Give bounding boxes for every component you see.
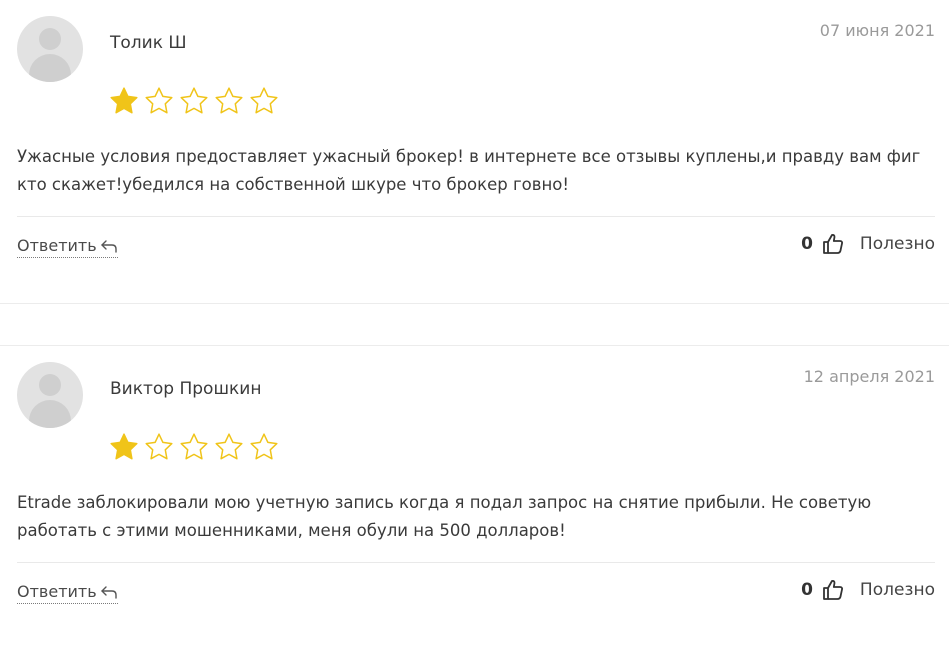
- star-empty-icon: [180, 433, 208, 460]
- review-author: Виктор Прошкин: [110, 379, 262, 399]
- star-empty-icon: [180, 87, 208, 114]
- useful-button[interactable]: Полезно: [860, 580, 935, 600]
- avatar: [17, 362, 83, 428]
- star-empty-icon: [250, 433, 278, 460]
- useful-count: 0: [801, 580, 813, 600]
- rating-stars: [109, 432, 279, 466]
- avatar-body-shape: [29, 54, 71, 82]
- reply-link[interactable]: Ответить: [17, 582, 118, 604]
- review-text: Ужасные условия предоставляет ужасный бр…: [17, 147, 921, 194]
- review-separator: [0, 303, 949, 304]
- star-filled-icon: [110, 87, 138, 114]
- star-empty-icon: [250, 87, 278, 114]
- review-card: Виктор Прошкин 12 апреля 2021 Etrade заб…: [0, 346, 949, 649]
- review-text: Etrade заблокировали мою учетную запись …: [17, 493, 872, 540]
- reply-arrow-icon: [100, 239, 117, 253]
- review-author: Толик Ш: [110, 33, 187, 53]
- review-divider: [17, 562, 935, 563]
- review-date: 07 июня 2021: [819, 21, 935, 40]
- useful-block: 0 Полезно: [801, 232, 935, 256]
- avatar: [17, 16, 83, 82]
- avatar-body-shape: [29, 400, 71, 428]
- useful-count: 0: [801, 234, 813, 254]
- reply-label: Ответить: [17, 582, 97, 601]
- star-empty-icon: [215, 433, 243, 460]
- star-empty-icon: [215, 87, 243, 114]
- avatar-head-shape: [39, 374, 61, 396]
- star-filled-icon: [110, 433, 138, 460]
- review-divider: [17, 216, 935, 217]
- useful-button[interactable]: Полезно: [860, 234, 935, 254]
- star-empty-icon: [145, 433, 173, 460]
- useful-block: 0 Полезно: [801, 578, 935, 602]
- review-date: 12 апреля 2021: [803, 367, 935, 386]
- rating-stars: [109, 86, 279, 120]
- star-empty-icon: [145, 87, 173, 114]
- reply-link[interactable]: Ответить: [17, 236, 118, 258]
- thumbs-up-icon[interactable]: [821, 578, 845, 602]
- reply-label: Ответить: [17, 236, 97, 255]
- review-card: Толик Ш 07 июня 2021 Ужасные условия пре…: [0, 0, 949, 303]
- reply-arrow-icon: [100, 585, 117, 599]
- thumbs-up-icon[interactable]: [821, 232, 845, 256]
- avatar-head-shape: [39, 28, 61, 50]
